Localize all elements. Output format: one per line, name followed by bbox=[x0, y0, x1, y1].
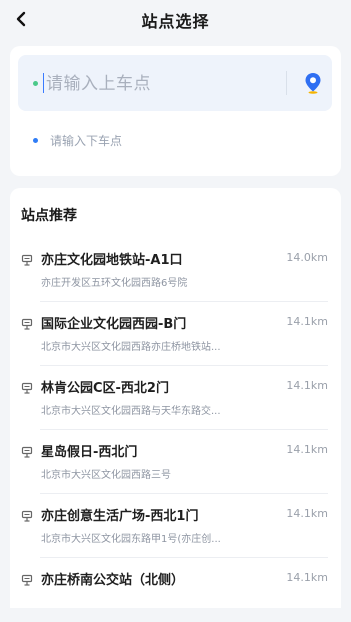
station-distance: 14.1km bbox=[286, 507, 328, 520]
pickup-dot bbox=[33, 81, 38, 86]
pickup-placeholder: 请输入上车点 bbox=[46, 74, 151, 94]
station-distance: 14.1km bbox=[286, 379, 328, 392]
station-distance: 14.0km bbox=[286, 251, 328, 264]
header: 站点选择 bbox=[0, 0, 351, 40]
station-address: 北京市大兴区文化园东路甲1号(亦庄创... bbox=[41, 534, 221, 545]
station-list: 亦庄文化园地铁站-A1口 亦庄开发区五环文化园西路6号院 14.0km 国际企业… bbox=[10, 238, 341, 608]
station-item[interactable]: 星岛假日-西北门 北京市大兴区文化园西路三号 14.1km bbox=[10, 430, 341, 494]
dropoff-placeholder: 请输入下车点 bbox=[50, 134, 123, 148]
bus-stop-icon bbox=[21, 510, 33, 522]
station-address: 亦庄开发区五环文化园西路6号院 bbox=[41, 278, 188, 289]
field-divider bbox=[286, 71, 287, 95]
station-address: 北京市大兴区文化园西路三号 bbox=[41, 470, 171, 481]
bus-stop-icon bbox=[21, 254, 33, 266]
station-name: 亦庄桥南公交站（北侧） bbox=[41, 573, 185, 588]
pickup-field[interactable]: 请输入上车点 bbox=[18, 55, 332, 111]
station-distance: 14.1km bbox=[286, 571, 328, 584]
station-address: 北京市大兴区文化园西路亦庄桥地铁站... bbox=[41, 342, 221, 353]
bus-stop-icon bbox=[21, 318, 33, 330]
locate-button[interactable] bbox=[299, 69, 327, 97]
dropoff-dot bbox=[33, 138, 38, 143]
station-name: 星岛假日-西北门 bbox=[41, 445, 138, 460]
station-name: 亦庄创意生活广场-西北1门 bbox=[41, 509, 199, 524]
bus-stop-icon bbox=[21, 574, 33, 586]
map-pin-icon bbox=[305, 73, 321, 94]
recommend-card: 站点推荐 亦庄文化园地铁站-A1口 亦庄开发区五环文化园西路6号院 14.0km… bbox=[10, 188, 341, 608]
station-name: 林肯公园C区-西北2门 bbox=[41, 381, 169, 396]
text-cursor bbox=[43, 73, 44, 93]
station-distance: 14.1km bbox=[286, 315, 328, 328]
station-item[interactable]: 亦庄文化园地铁站-A1口 亦庄开发区五环文化园西路6号院 14.0km bbox=[10, 238, 341, 302]
station-address: 北京市大兴区文化园西路与天华东路交... bbox=[41, 406, 221, 417]
recommend-title: 站点推荐 bbox=[21, 208, 77, 224]
dropoff-field[interactable]: 请输入下车点 bbox=[18, 124, 332, 158]
bus-stop-icon bbox=[21, 446, 33, 458]
station-distance: 14.1km bbox=[286, 443, 328, 456]
station-item[interactable]: 林肯公园C区-西北2门 北京市大兴区文化园西路与天华东路交... 14.1km bbox=[10, 366, 341, 430]
station-name: 国际企业文化园西园-B门 bbox=[41, 317, 187, 332]
back-button[interactable] bbox=[10, 8, 32, 30]
station-item[interactable]: 国际企业文化园西园-B门 北京市大兴区文化园西路亦庄桥地铁站... 14.1km bbox=[10, 302, 341, 366]
station-item[interactable]: 亦庄桥南公交站（北侧） 14.1km bbox=[10, 558, 341, 608]
station-name: 亦庄文化园地铁站-A1口 bbox=[41, 253, 183, 268]
bus-stop-icon bbox=[21, 382, 33, 394]
page-title: 站点选择 bbox=[141, 12, 210, 31]
route-input-card: 请输入上车点 请输入下车点 bbox=[10, 46, 341, 176]
chevron-left-icon bbox=[16, 11, 26, 27]
station-item[interactable]: 亦庄创意生活广场-西北1门 北京市大兴区文化园东路甲1号(亦庄创... 14.1… bbox=[10, 494, 341, 558]
